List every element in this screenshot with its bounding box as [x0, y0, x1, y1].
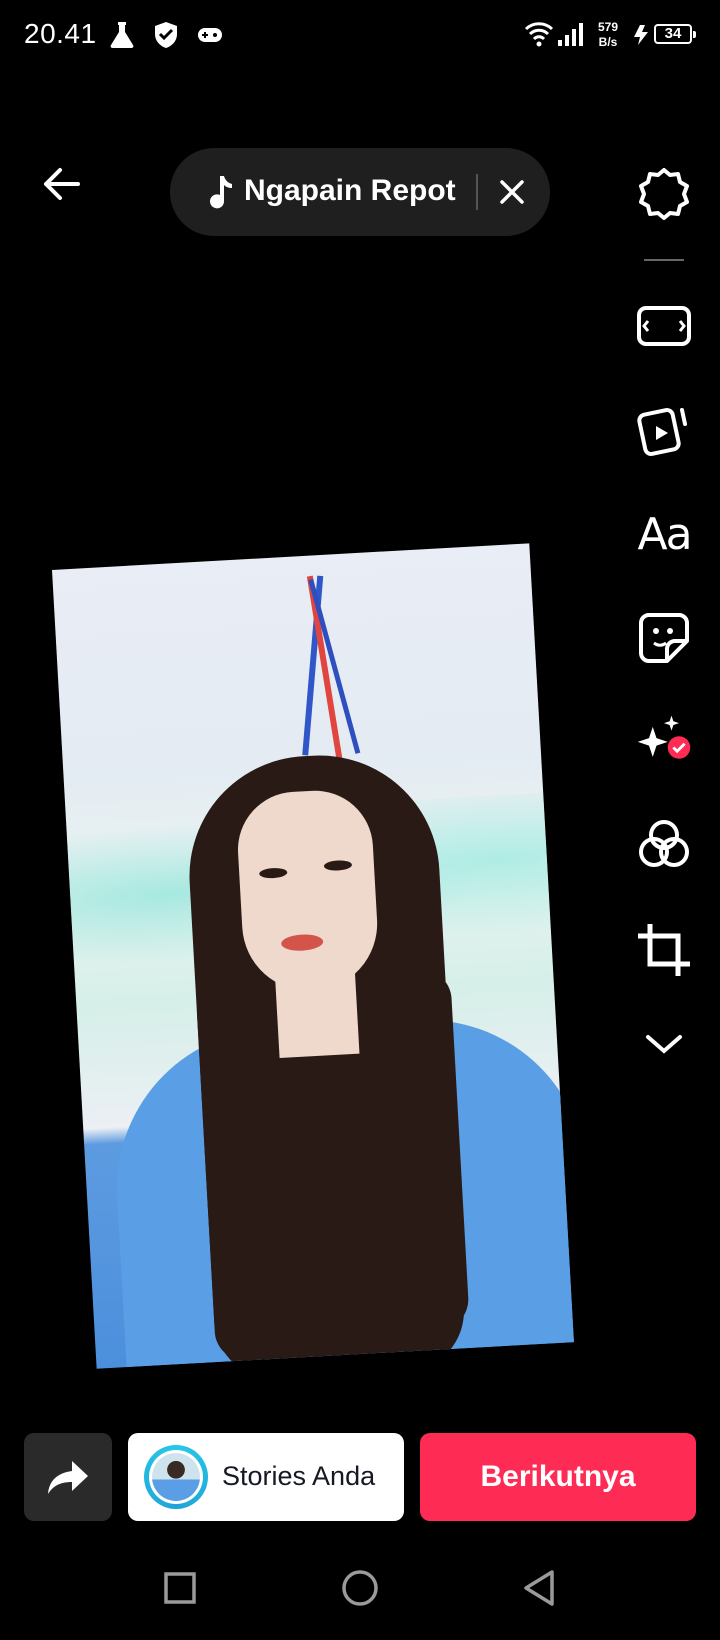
sticker-tool[interactable]	[634, 608, 694, 668]
recent-apps-icon[interactable]	[162, 1570, 198, 1606]
templates-icon	[637, 408, 687, 456]
crop-icon	[638, 924, 690, 976]
stories-label: Stories Anda	[222, 1461, 376, 1491]
sticker-icon	[639, 613, 689, 663]
share-button[interactable]	[24, 1433, 112, 1521]
status-bar: 20.41 579 B/s 34	[0, 0, 720, 76]
remove-sound-button[interactable]	[494, 174, 530, 210]
signal-icon	[558, 23, 583, 46]
gamepad-icon	[198, 28, 222, 42]
status-time: 20.41	[24, 18, 97, 49]
close-icon	[500, 180, 524, 204]
network-speed-unit: B/s	[598, 35, 618, 49]
wifi-icon	[524, 22, 554, 47]
network-speed-value: 579	[598, 20, 619, 34]
avatar	[144, 1445, 208, 1509]
filters-tool[interactable]	[634, 814, 694, 874]
settings-tool[interactable]	[634, 164, 694, 224]
aspect-ratio-tool[interactable]	[634, 296, 694, 356]
more-chevron-icon	[646, 1035, 682, 1054]
flask-icon	[110, 22, 134, 48]
stories-button[interactable]: Stories Anda	[128, 1433, 404, 1521]
templates-tool[interactable]	[634, 400, 694, 460]
network-speed: 579 B/s	[598, 20, 618, 50]
text-tool[interactable]: Aa	[634, 504, 694, 564]
home-icon[interactable]	[340, 1570, 380, 1610]
crop-tool[interactable]	[634, 920, 694, 980]
sound-selector[interactable]: Ngapain Repot	[170, 148, 550, 236]
music-note-icon	[210, 176, 232, 209]
arrow-left-icon	[44, 168, 80, 200]
tools-divider	[644, 259, 684, 261]
shield-icon	[155, 22, 177, 48]
sound-title: Ngapain Repot	[244, 174, 456, 207]
sound-divider	[476, 174, 478, 210]
settings-icon	[639, 168, 689, 220]
more-tools-button[interactable]	[634, 1014, 694, 1074]
filters-icon	[639, 820, 689, 867]
share-arrow-icon	[48, 1461, 88, 1494]
effects-icon	[637, 715, 691, 759]
avatar-image	[152, 1453, 200, 1501]
aspect-ratio-icon	[637, 306, 691, 346]
subject-face	[234, 787, 381, 995]
back-button[interactable]	[38, 160, 86, 208]
media-preview[interactable]	[52, 543, 574, 1369]
next-button[interactable]: Berikutnya	[420, 1433, 696, 1521]
charging-icon	[634, 25, 648, 45]
battery-indicator: 34	[654, 24, 696, 44]
back-triangle-icon[interactable]	[522, 1570, 558, 1606]
effects-tool[interactable]	[634, 710, 694, 770]
avatar-inner	[149, 1450, 203, 1504]
